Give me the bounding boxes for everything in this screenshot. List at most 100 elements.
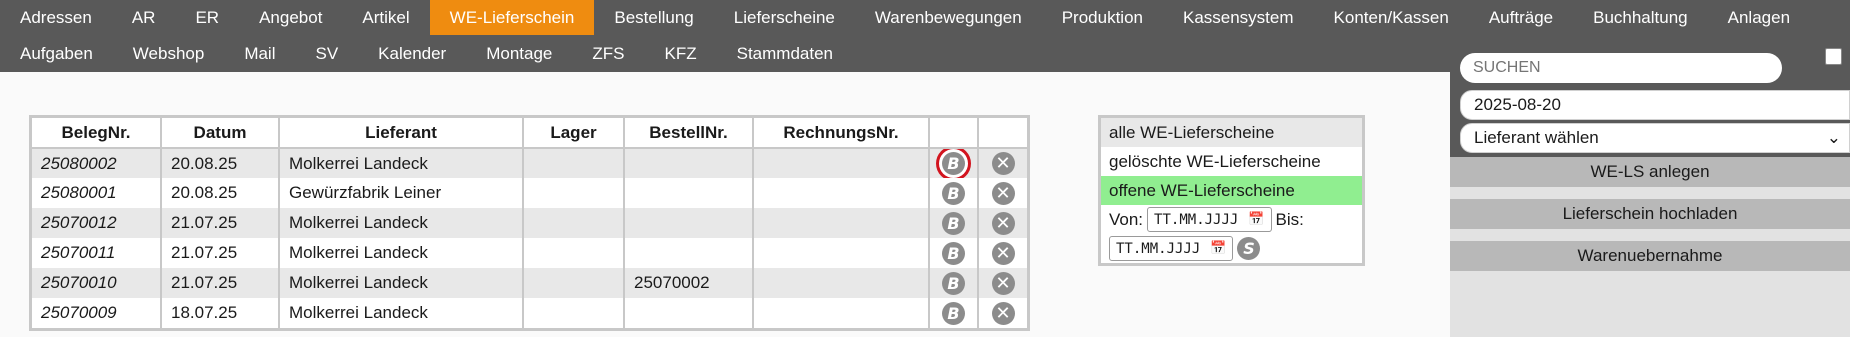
nav-item-lieferscheine[interactable]: Lieferscheine — [714, 0, 855, 35]
nav-item-webshop[interactable]: Webshop — [113, 35, 225, 72]
nav-item-adressen[interactable]: Adressen — [0, 0, 112, 35]
book-icon[interactable]: B — [942, 152, 965, 175]
table-header-row: BelegNr. Datum Lieferant Lager BestellNr… — [32, 118, 1027, 149]
column-header-lieferant[interactable]: Lieferant — [279, 118, 524, 149]
cell-lager — [523, 268, 625, 298]
delete-icon[interactable]: ✕ — [991, 271, 1015, 295]
nav-item-warenbewegungen[interactable]: Warenbewegungen — [855, 0, 1042, 35]
date-from-row: Von: TT.MM.JJJJ 📅 Bis: — [1101, 205, 1362, 234]
column-header-delete — [978, 118, 1027, 149]
cell-lager — [523, 208, 625, 238]
cell-belegnr[interactable]: 25070010 — [32, 268, 162, 298]
column-header-datum[interactable]: Datum — [161, 118, 280, 149]
cell-book: B — [929, 148, 979, 178]
column-header-book — [929, 118, 979, 149]
cell-lieferant: Molkerrei Landeck — [279, 238, 524, 268]
nav-item-angebot[interactable]: Angebot — [239, 0, 342, 35]
book-icon[interactable]: B — [942, 211, 965, 235]
nav-item-konten-kassen[interactable]: Konten/Kassen — [1314, 0, 1469, 35]
column-header-bestellnr[interactable]: BestellNr. — [624, 118, 754, 149]
nav-item-ar[interactable]: AR — [112, 0, 176, 35]
delete-icon[interactable]: ✕ — [991, 301, 1015, 325]
we-lieferschein-table: BelegNr. Datum Lieferant Lager BestellNr… — [29, 115, 1030, 331]
cell-bestellnr — [624, 238, 754, 268]
nav-item-kfz[interactable]: KFZ — [645, 35, 717, 72]
from-label: Von: — [1109, 209, 1144, 229]
nav-row-1: Adressen AR ER Angebot Artikel WE-Liefer… — [0, 0, 1810, 35]
cell-rechnungsnr — [753, 148, 930, 178]
cell-rechnungsnr — [753, 208, 930, 238]
search-filter-icon[interactable]: S — [1237, 237, 1261, 260]
cell-belegnr[interactable]: 25070012 — [32, 208, 162, 238]
nav-item-buchhaltung[interactable]: Buchhaltung — [1573, 0, 1708, 35]
calendar-icon[interactable]: 📅 — [1248, 212, 1264, 227]
date-to-input[interactable]: TT.MM.JJJJ 📅 — [1109, 236, 1234, 261]
nav-item-we-lieferschein[interactable]: WE-Lieferschein — [429, 0, 595, 35]
cell-bestellnr: 25070002 — [624, 268, 754, 298]
book-icon[interactable]: B — [942, 181, 965, 205]
cell-bestellnr — [624, 208, 754, 238]
cell-lieferant: Gewürzfabrik Leiner — [279, 178, 524, 208]
column-header-rechnungsnr[interactable]: RechnungsNr. — [753, 118, 930, 149]
nav-item-artikel[interactable]: Artikel — [342, 0, 429, 35]
supplier-select[interactable]: Lieferant wählen ⌄ — [1460, 123, 1850, 153]
goods-receipt-button[interactable]: Warenuebernahme — [1450, 241, 1850, 271]
table-row[interactable]: 25070011 21.07.25 Molkerrei Landeck B ✕ — [32, 238, 1027, 268]
column-header-lager[interactable]: Lager — [523, 118, 625, 149]
cell-delete: ✕ — [978, 268, 1027, 298]
delete-icon[interactable]: ✕ — [991, 152, 1015, 175]
option-checkbox[interactable] — [1825, 48, 1842, 65]
nav-item-montage[interactable]: Montage — [466, 35, 572, 72]
upload-delivery-note-button[interactable]: Lieferschein hochladen — [1450, 199, 1850, 229]
nav-item-er[interactable]: ER — [175, 0, 239, 35]
cell-lieferant: Molkerrei Landeck — [279, 268, 524, 298]
delete-icon[interactable]: ✕ — [991, 181, 1015, 205]
nav-item-anlagen[interactable]: Anlagen — [1708, 0, 1810, 35]
calendar-icon[interactable]: 📅 — [1210, 241, 1226, 256]
nav-item-sv[interactable]: SV — [295, 35, 358, 72]
table-row[interactable]: 25070010 21.07.25 Molkerrei Landeck 2507… — [32, 268, 1027, 298]
nav-item-auftraege[interactable]: Aufträge — [1469, 0, 1573, 35]
cell-delete: ✕ — [978, 298, 1027, 328]
table-row[interactable]: 25080001 20.08.25 Gewürzfabrik Leiner B … — [32, 178, 1027, 208]
nav-item-kalender[interactable]: Kalender — [358, 35, 466, 72]
nav-item-zfs[interactable]: ZFS — [572, 35, 644, 72]
book-icon[interactable]: B — [942, 241, 965, 265]
filter-all[interactable]: alle WE-Lieferscheine — [1101, 118, 1362, 147]
cell-delete: ✕ — [978, 178, 1027, 208]
cell-belegnr[interactable]: 25080002 — [32, 148, 162, 178]
create-we-ls-button[interactable]: WE-LS anlegen — [1450, 157, 1850, 187]
book-icon[interactable]: B — [942, 271, 965, 295]
filter-open[interactable]: offene WE-Lieferscheine — [1101, 176, 1362, 205]
date-field[interactable]: 2025-08-20 — [1460, 90, 1850, 120]
nav-item-aufgaben[interactable]: Aufgaben — [0, 35, 113, 72]
filter-deleted[interactable]: gelöschte WE-Lieferscheine — [1101, 147, 1362, 176]
cell-book: B — [929, 208, 979, 238]
cell-belegnr[interactable]: 25070011 — [32, 238, 162, 268]
cell-lieferant: Molkerrei Landeck — [279, 148, 524, 178]
filter-panel: alle WE-Lieferscheine gelöschte WE-Liefe… — [1098, 115, 1365, 266]
cell-datum: 20.08.25 — [161, 178, 280, 208]
cell-book: B — [929, 298, 979, 328]
nav-item-stammdaten[interactable]: Stammdaten — [717, 35, 853, 72]
book-icon[interactable]: B — [942, 301, 965, 325]
column-header-belegnr[interactable]: BelegNr. — [32, 118, 162, 149]
table-row[interactable]: 25080002 20.08.25 Molkerrei Landeck B ✕ — [32, 148, 1027, 178]
table-row[interactable]: 25070012 21.07.25 Molkerrei Landeck B ✕ — [32, 208, 1027, 238]
search-input[interactable] — [1460, 53, 1782, 83]
cell-lager — [523, 178, 625, 208]
date-from-input[interactable]: TT.MM.JJJJ 📅 — [1147, 207, 1272, 232]
cell-rechnungsnr — [753, 178, 930, 208]
nav-item-produktion[interactable]: Produktion — [1042, 0, 1163, 35]
cell-rechnungsnr — [753, 238, 930, 268]
cell-belegnr[interactable]: 25070009 — [32, 298, 162, 328]
cell-datum: 18.07.25 — [161, 298, 280, 328]
delete-icon[interactable]: ✕ — [991, 211, 1015, 235]
table-row[interactable]: 25070009 18.07.25 Molkerrei Landeck B ✕ — [32, 298, 1027, 328]
delete-icon[interactable]: ✕ — [991, 241, 1015, 265]
cell-delete: ✕ — [978, 148, 1027, 178]
nav-item-mail[interactable]: Mail — [224, 35, 295, 72]
nav-item-kassensystem[interactable]: Kassensystem — [1163, 0, 1314, 35]
nav-item-bestellung[interactable]: Bestellung — [594, 0, 713, 35]
cell-belegnr[interactable]: 25080001 — [32, 178, 162, 208]
